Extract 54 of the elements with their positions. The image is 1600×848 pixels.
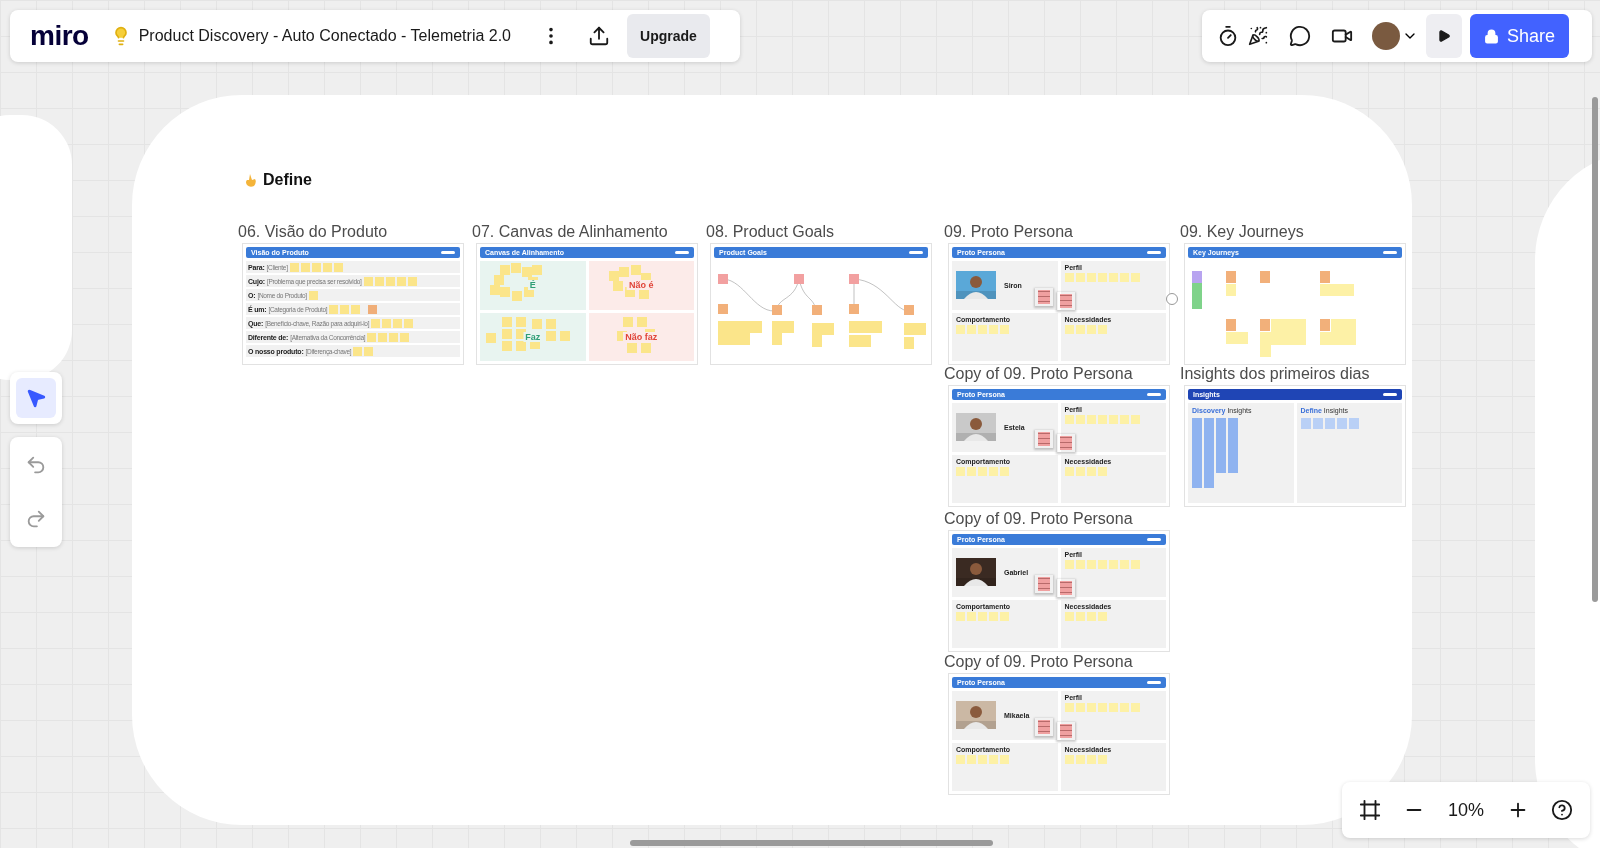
frame-title[interactable]: 07. Canvas de Alinhamento — [472, 224, 668, 240]
sticky-note — [1336, 418, 1347, 429]
sticky-note — [1348, 418, 1359, 429]
scrollbar[interactable] — [1592, 97, 1598, 602]
scrollbar[interactable] — [630, 840, 993, 846]
sticky-note — [622, 316, 633, 327]
section-title: Define — [263, 171, 312, 189]
sticky-note — [1324, 418, 1335, 429]
frame-title[interactable]: 09. Proto Persona — [944, 224, 1073, 240]
sticky-note — [1312, 418, 1323, 429]
quadrant-label: Faz — [523, 331, 543, 342]
frame-title[interactable]: 08. Product Goals — [706, 224, 835, 240]
sticky-note — [486, 332, 496, 343]
sticky-note — [532, 318, 542, 329]
sticky-note — [612, 281, 623, 291]
sticky-note — [1228, 418, 1238, 473]
zoom-level[interactable]: 10% — [1438, 799, 1494, 821]
sticky-note — [636, 316, 647, 327]
sticky-note — [546, 330, 556, 341]
quadrant-label: Não é — [627, 280, 656, 291]
sticky-note — [640, 342, 651, 353]
frame-title[interactable]: 09. Key Journeys — [1180, 224, 1304, 240]
select-tool-icon[interactable] — [16, 378, 56, 418]
avatar[interactable] — [1372, 22, 1400, 50]
board-title[interactable]: Product Discovery - Auto Conectado - Telemetria 2.0 — [138, 27, 511, 45]
sticky-note — [1216, 418, 1226, 473]
frame-title[interactable]: Insights dos primeiros dias — [1180, 366, 1370, 382]
share-button[interactable]: Share — [1470, 14, 1570, 58]
sticky-note — [1192, 418, 1202, 488]
sticky-note — [626, 342, 637, 353]
sticky-note — [502, 328, 512, 339]
sticky-note — [502, 316, 512, 327]
sticky-note — [630, 265, 641, 275]
sticky-note — [308, 290, 318, 300]
upgrade-button[interactable]: Upgrade — [627, 14, 710, 58]
logo[interactable]: miro — [30, 20, 89, 52]
sticky-note — [516, 328, 526, 339]
sticky-note — [546, 318, 556, 329]
sticky-note — [516, 316, 526, 327]
sticky-note — [502, 340, 512, 351]
quadrant-label: É — [527, 280, 538, 291]
sticky-note — [1300, 418, 1311, 429]
sticky-note — [560, 330, 570, 341]
sticky-note — [638, 289, 649, 299]
sticky-note — [618, 267, 629, 277]
frame-title[interactable]: 06. Visão do Produto — [238, 224, 388, 240]
play-icon[interactable] — [1426, 14, 1462, 58]
sticky-note — [516, 340, 526, 351]
sticky-note — [1204, 418, 1214, 488]
frame-title[interactable]: Copy of 09. Proto Persona — [944, 511, 1133, 527]
quadrant-label: Não faz — [623, 331, 660, 342]
frame-title[interactable]: Copy of 09. Proto Persona — [944, 654, 1133, 670]
frame-title[interactable]: Copy of 09. Proto Persona — [944, 366, 1133, 382]
lock-icon — [1484, 28, 1499, 44]
